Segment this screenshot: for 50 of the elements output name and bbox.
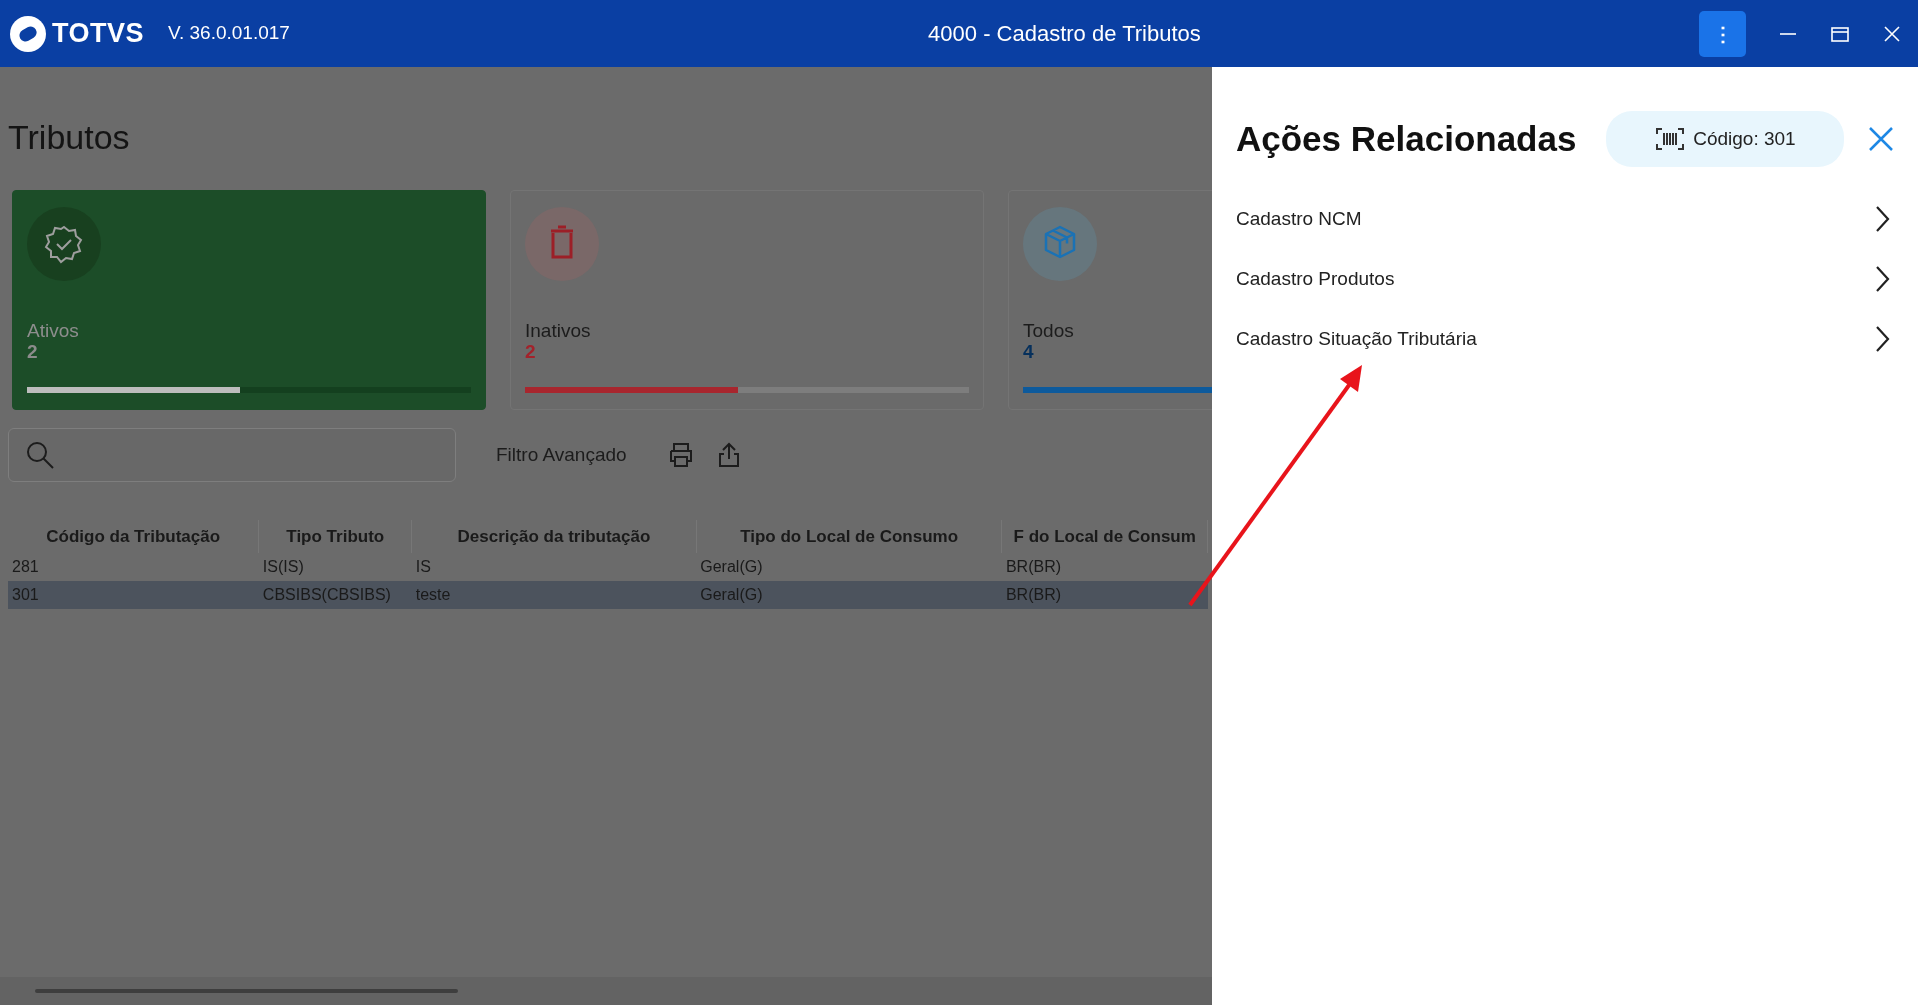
action-item[interactable]: Cadastro Situação Tributária	[1236, 309, 1894, 369]
table-cell: Geral(G)	[696, 553, 1002, 582]
card-label: Inativos	[525, 320, 592, 342]
trash-icon	[525, 206, 599, 281]
menu-button[interactable]: ⋮	[1699, 10, 1746, 57]
close-icon	[1882, 23, 1902, 44]
card-label: Todos	[1023, 320, 1075, 342]
filter-card[interactable]: Ativos 2	[12, 189, 486, 410]
page-title: Tributos	[8, 117, 131, 158]
close-icon	[1868, 126, 1894, 152]
logo-text: TOTVS	[52, 17, 145, 51]
table-cell: teste	[411, 581, 697, 610]
table-cell: Geral(G)	[696, 581, 1002, 610]
column-header[interactable]: F do Local de Consum	[1001, 519, 1208, 554]
search-icon	[25, 439, 55, 470]
chevron-icon	[1874, 324, 1890, 354]
table-cell: BR(BR)	[1001, 581, 1208, 610]
filter-card[interactable]: Inativos 2	[510, 189, 984, 410]
box-icon	[1023, 206, 1097, 281]
card-label: Ativos	[27, 320, 80, 342]
logo-icon	[8, 13, 48, 54]
card-count: 2	[525, 341, 537, 363]
table-cell: IS	[411, 553, 697, 582]
badge-check-icon	[27, 206, 101, 281]
chevron-icon	[1874, 264, 1890, 294]
chevron-icon	[1874, 204, 1890, 234]
close-panel-button[interactable]	[1868, 126, 1894, 152]
version-label: V. 36.0.01.017	[168, 21, 290, 46]
panel-title: Ações Relacionadas	[1236, 118, 1577, 160]
minimize-icon	[1780, 32, 1796, 35]
card-count: 2	[27, 341, 39, 363]
column-header[interactable]: Tipo Tributo	[258, 519, 412, 554]
column-header[interactable]: Código da Tributação	[8, 519, 259, 554]
column-header[interactable]: Tipo do Local de Consumo	[696, 519, 1002, 554]
action-item[interactable]: Cadastro Produtos	[1236, 249, 1894, 309]
table-cell: BR(BR)	[1001, 553, 1208, 582]
column-header[interactable]: Descrição da tributação	[411, 519, 697, 554]
table-cell: CBSIBS(CBSIBS)	[258, 581, 412, 610]
barcode-icon	[1655, 127, 1686, 151]
code-label: Código: 301	[1693, 126, 1796, 151]
action-item[interactable]: Cadastro NCM	[1236, 189, 1894, 249]
table-cell: 281	[8, 553, 259, 582]
scrollbar-thumb[interactable]	[35, 989, 458, 993]
search-field[interactable]	[8, 427, 456, 482]
card-count: 4	[1023, 341, 1035, 363]
table-cell: 301	[8, 581, 259, 610]
window-title: 4000 - Cadastro de Tributos	[928, 21, 1201, 46]
table-cell: IS(IS)	[258, 553, 412, 582]
filter-card[interactable]: Todos 4	[1008, 189, 1212, 410]
advanced-filter-link[interactable]: Filtro Avançado	[496, 440, 627, 470]
